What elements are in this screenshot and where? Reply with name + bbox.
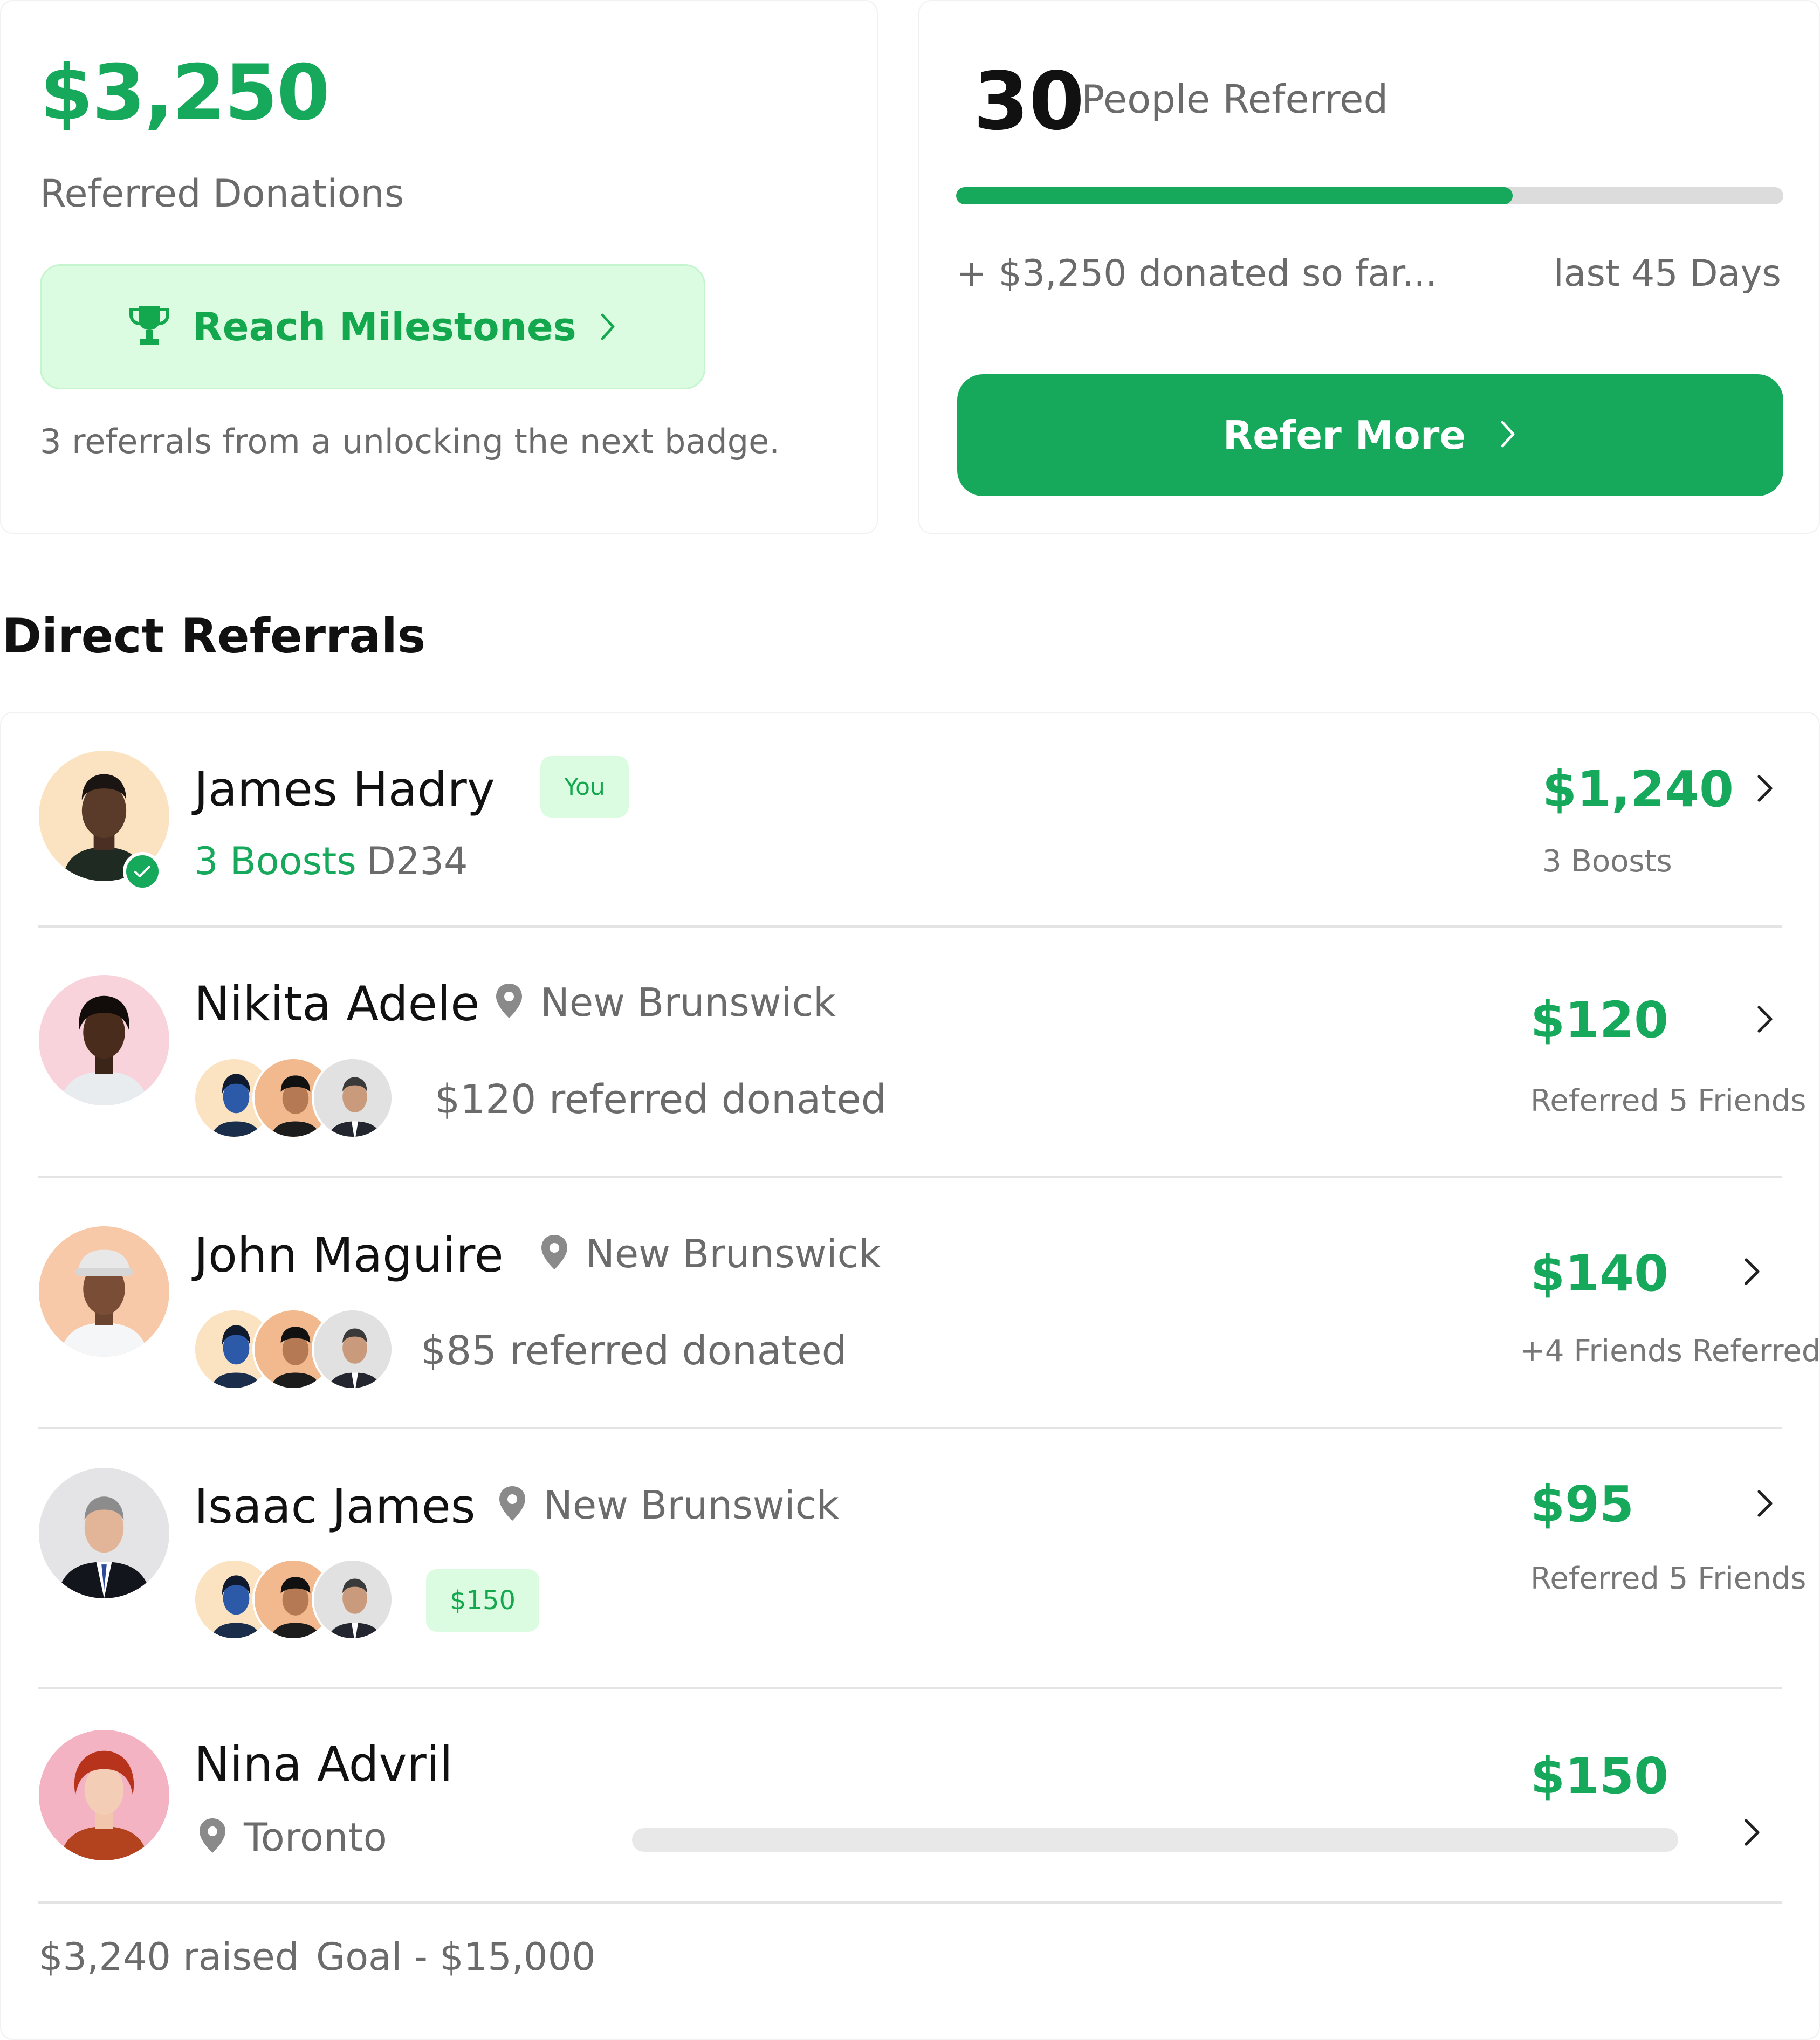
friends-avatar-stack [193,1308,394,1390]
referred-donated-text: $120 referred donated [435,1076,887,1123]
avatar [39,1226,169,1357]
location: New Brunswick [539,1234,881,1274]
friend-avatar [312,1308,394,1390]
direct-referrals-title: Direct Referrals [2,608,426,664]
reach-milestones-label: Reach Milestones [193,304,576,349]
goal-amount-text: Goal - $15,000 [316,1935,596,1979]
referral-name: Nikita Adele [194,976,480,1032]
location: New Brunswick [497,1485,839,1525]
referral-sub-text: Referred 5 Friends [1530,1083,1807,1118]
referral-name: Nina Advril [194,1736,453,1792]
location-text: New Brunswick [540,980,836,1025]
location-text: New Brunswick [586,1231,881,1276]
referred-donations-label: Referred Donations [40,171,404,216]
referral-amount: $120 [1530,991,1669,1049]
refer-more-button[interactable]: Refer More [957,374,1783,496]
location-text: New Brunswick [544,1482,839,1528]
trophy-icon [128,304,171,349]
referral-sub-text: Referred 5 Friends [1530,1561,1807,1596]
referral-amount: $1,240 [1542,760,1734,818]
referral-progress-bar [956,187,1783,204]
amount-badge: $150 [426,1569,539,1632]
referral-sub-text: +4 Friends Referred [1520,1334,1820,1369]
boosts-count: 3 Boosts [194,839,356,883]
period-text: last 45 Days [1553,252,1781,295]
row-divider [38,925,1782,928]
row-divider [38,1901,1782,1904]
badge-hint-text: 3 referrals from a unlocking the next ba… [40,422,780,461]
referral-amount: $140 [1530,1245,1669,1302]
row-divider [38,1687,1782,1689]
reach-milestones-button[interactable]: Reach Milestones [40,264,705,389]
avatar [39,975,169,1105]
referral-progress-fill [956,187,1513,204]
chevron-right-icon[interactable] [1740,1254,1763,1289]
referral-name: Isaac James [194,1479,476,1534]
fundraising-progress-bar [632,1828,1678,1852]
chevron-right-icon[interactable] [1753,771,1776,806]
row-divider [38,1427,1782,1429]
friend-avatar [312,1057,394,1139]
referral-code: D234 [367,839,468,883]
people-referred-count: 30 [973,55,1084,148]
location-pin-icon [494,983,524,1022]
donated-so-far-text: + $3,250 donated so far... [956,252,1437,295]
location-text: Toronto [244,1815,387,1860]
location: Toronto [197,1817,387,1857]
chevron-right-icon[interactable] [1740,1815,1763,1850]
referral-name: John Maguire [194,1227,504,1283]
friends-avatar-stack [193,1558,394,1640]
location-pin-icon [497,1485,527,1525]
referral-sub-text: 3 Boosts [1542,844,1672,879]
avatar [39,1730,169,1860]
chevron-right-icon [1498,419,1517,451]
refer-more-label: Refer More [1223,413,1466,458]
people-referred-card: 30 People Referred + $3,250 donated so f… [918,0,1820,534]
verified-check-icon [123,852,162,891]
avatar [39,1468,169,1598]
chevron-right-icon[interactable] [1753,1486,1776,1521]
location-pin-icon [197,1817,228,1857]
chevron-right-icon [598,312,617,342]
location: New Brunswick [494,983,836,1022]
you-badge: You [540,756,629,818]
people-referred-label: People Referred [1081,77,1389,122]
raised-amount-text: $3,240 raised [39,1935,299,1979]
referral-amount: $95 [1530,1475,1634,1533]
referral-amount: $150 [1530,1747,1669,1805]
referred-donations-card: $3,250 Referred Donations Reach Mileston… [0,0,878,534]
referral-name: James Hadry [194,761,495,817]
referred-donated-text: $85 referred donated [421,1328,847,1374]
friend-avatar [312,1558,394,1640]
chevron-right-icon[interactable] [1753,1002,1776,1036]
location-pin-icon [539,1234,569,1274]
friends-avatar-stack [193,1057,394,1139]
row-divider [38,1176,1782,1178]
referred-donations-amount: $3,250 [40,49,330,138]
